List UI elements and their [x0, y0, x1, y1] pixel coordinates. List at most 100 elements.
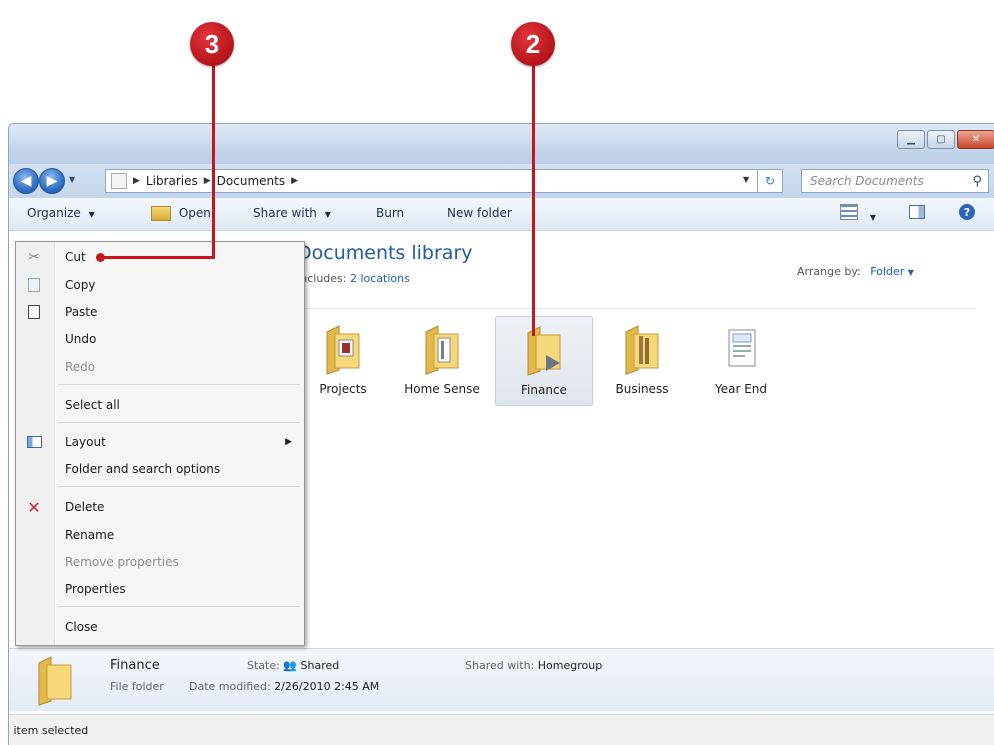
shared-with-label: Shared with:: [465, 659, 535, 672]
modified-label: Date modified:: [189, 680, 271, 693]
burn-button[interactable]: Burn: [376, 206, 404, 220]
organize-button[interactable]: Organize ▼: [27, 206, 95, 220]
folder-icon: [38, 656, 72, 706]
search-box: ⚲: [801, 169, 989, 193]
chevron-down-icon: ▼: [907, 268, 914, 277]
layout-icon: [26, 434, 42, 450]
open-label: Open: [178, 206, 211, 220]
menu-item-label: Close: [65, 620, 98, 634]
file-item-label: Business: [615, 382, 669, 396]
callout-3: 3: [190, 22, 234, 66]
submenu-arrow-icon: ▶: [285, 437, 292, 447]
folder-icon: [625, 325, 659, 375]
forward-button[interactable]: ▶: [39, 168, 65, 194]
menu-item-layout[interactable]: Layout ▶: [16, 430, 304, 454]
details-shared-with: Shared with: Homegroup: [465, 659, 602, 672]
minimize-button[interactable]: ▁: [897, 130, 925, 149]
share-with-label: Share with: [253, 206, 317, 220]
file-item-business[interactable]: Business: [594, 316, 690, 404]
menu-item-label: Properties: [65, 582, 126, 596]
menu-item-paste[interactable]: Paste: [16, 300, 304, 324]
forward-arrow-icon: ▶: [46, 173, 58, 189]
caption-buttons: ▁ ▢ ✕: [897, 130, 994, 149]
menu-item-select-all[interactable]: Select all: [16, 393, 304, 417]
open-button[interactable]: Open: [151, 206, 211, 221]
details-modified: Date modified: 2/26/2010 2:45 AM: [189, 680, 379, 693]
share-with-button[interactable]: Share with ▼: [253, 206, 331, 220]
refresh-button[interactable]: ↻: [757, 169, 783, 193]
help-icon: ?: [959, 204, 975, 220]
arrange-by-dropdown[interactable]: Folder ▼: [870, 265, 914, 278]
status-text: 1 item selected: [8, 724, 89, 737]
callout-3-pointer: [96, 253, 105, 262]
document-icon: [728, 329, 756, 367]
breadcrumb-separator-icon: ▶: [291, 176, 299, 186]
open-folder-icon: [151, 206, 171, 221]
file-item-label: Projects: [319, 382, 367, 396]
close-icon: ✕: [971, 134, 981, 145]
menu-item-label: Redo: [65, 360, 96, 374]
file-item-year-end[interactable]: Year End: [693, 316, 789, 404]
chevron-down-icon: ▼: [88, 210, 95, 219]
menu-item-rename[interactable]: Rename: [16, 523, 304, 547]
menu-item-label: Cut: [65, 250, 86, 264]
file-item-home-sense[interactable]: Home Sense: [394, 316, 490, 404]
status-bar: 1 item selected: [9, 714, 994, 745]
breadcrumb-libraries[interactable]: Libraries: [146, 174, 198, 188]
callout-2-leader: [532, 52, 535, 336]
recent-pages-dropdown-icon[interactable]: ▼: [69, 175, 75, 184]
new-folder-button[interactable]: New folder: [447, 206, 512, 220]
arrange-by-value: Folder: [870, 265, 905, 278]
organize-label: Organize: [27, 206, 81, 220]
menu-separator: [58, 384, 300, 385]
organize-menu: ✂ Cut Copy Paste Undo Redo Select all La…: [15, 241, 305, 646]
address-bar[interactable]: ▶ Libraries ▶ Documents ▶: [105, 169, 775, 193]
burn-label: Burn: [376, 206, 405, 220]
file-item-projects[interactable]: Projects: [295, 316, 391, 404]
copy-icon: [26, 277, 42, 293]
breadcrumb-documents[interactable]: Documents: [217, 174, 285, 188]
locations-link[interactable]: 2 locations: [350, 272, 410, 285]
minimize-icon: ▁: [907, 134, 915, 145]
menu-item-label: Select all: [65, 398, 120, 412]
menu-item-undo[interactable]: Undo: [16, 327, 304, 351]
search-input[interactable]: [808, 173, 962, 189]
command-bar: Organize ▼ Open Share with ▼ Burn New fo…: [9, 198, 994, 231]
callout-3-leader: [212, 52, 215, 259]
menu-item-label: Undo: [65, 332, 97, 346]
menu-item-close[interactable]: Close: [16, 615, 304, 639]
close-window-button[interactable]: ✕: [957, 130, 994, 149]
file-item-label: Home Sense: [404, 382, 480, 396]
menu-separator: [58, 606, 300, 607]
preview-pane-button[interactable]: [909, 205, 925, 222]
maximize-button[interactable]: ▢: [927, 130, 955, 149]
file-item-finance[interactable]: Finance: [495, 316, 593, 406]
address-history-dropdown-icon[interactable]: ▼: [743, 175, 749, 184]
menu-item-label: Remove properties: [65, 555, 179, 569]
maximize-icon: ▢: [936, 134, 946, 145]
menu-item-label: Paste: [65, 305, 98, 319]
folder-icon: [527, 326, 561, 376]
details-name: Finance: [110, 658, 160, 673]
back-button[interactable]: ◀: [13, 168, 39, 194]
menu-item-copy[interactable]: Copy: [16, 273, 304, 297]
menu-item-properties[interactable]: Properties: [16, 577, 304, 601]
menu-separator: [58, 486, 300, 487]
menu-separator: [58, 422, 300, 423]
folder-icon: [425, 325, 459, 375]
menu-item-folder-options[interactable]: Folder and search options: [16, 457, 304, 481]
state-label: State:: [247, 659, 280, 672]
details-pane: Finance File folder State: 👥 Shared Date…: [9, 648, 994, 711]
address-row: ◀ ▶ ▼ ▶ Libraries ▶ Documents ▶ ▼ ↻ ⚲: [9, 164, 994, 198]
refresh-icon: ↻: [764, 174, 776, 188]
header-divider: [297, 308, 975, 309]
change-view-button[interactable]: ▼: [840, 204, 876, 223]
folder-icon: [326, 325, 360, 375]
menu-item-delete[interactable]: ✕ Delete: [16, 495, 304, 519]
menu-item-label: Folder and search options: [65, 462, 221, 476]
library-title: Documents library: [297, 242, 473, 264]
search-icon[interactable]: ⚲: [972, 174, 982, 189]
help-button[interactable]: ?: [959, 204, 975, 220]
menu-item-label: Layout: [65, 435, 106, 449]
menu-item-label: Rename: [65, 528, 115, 542]
